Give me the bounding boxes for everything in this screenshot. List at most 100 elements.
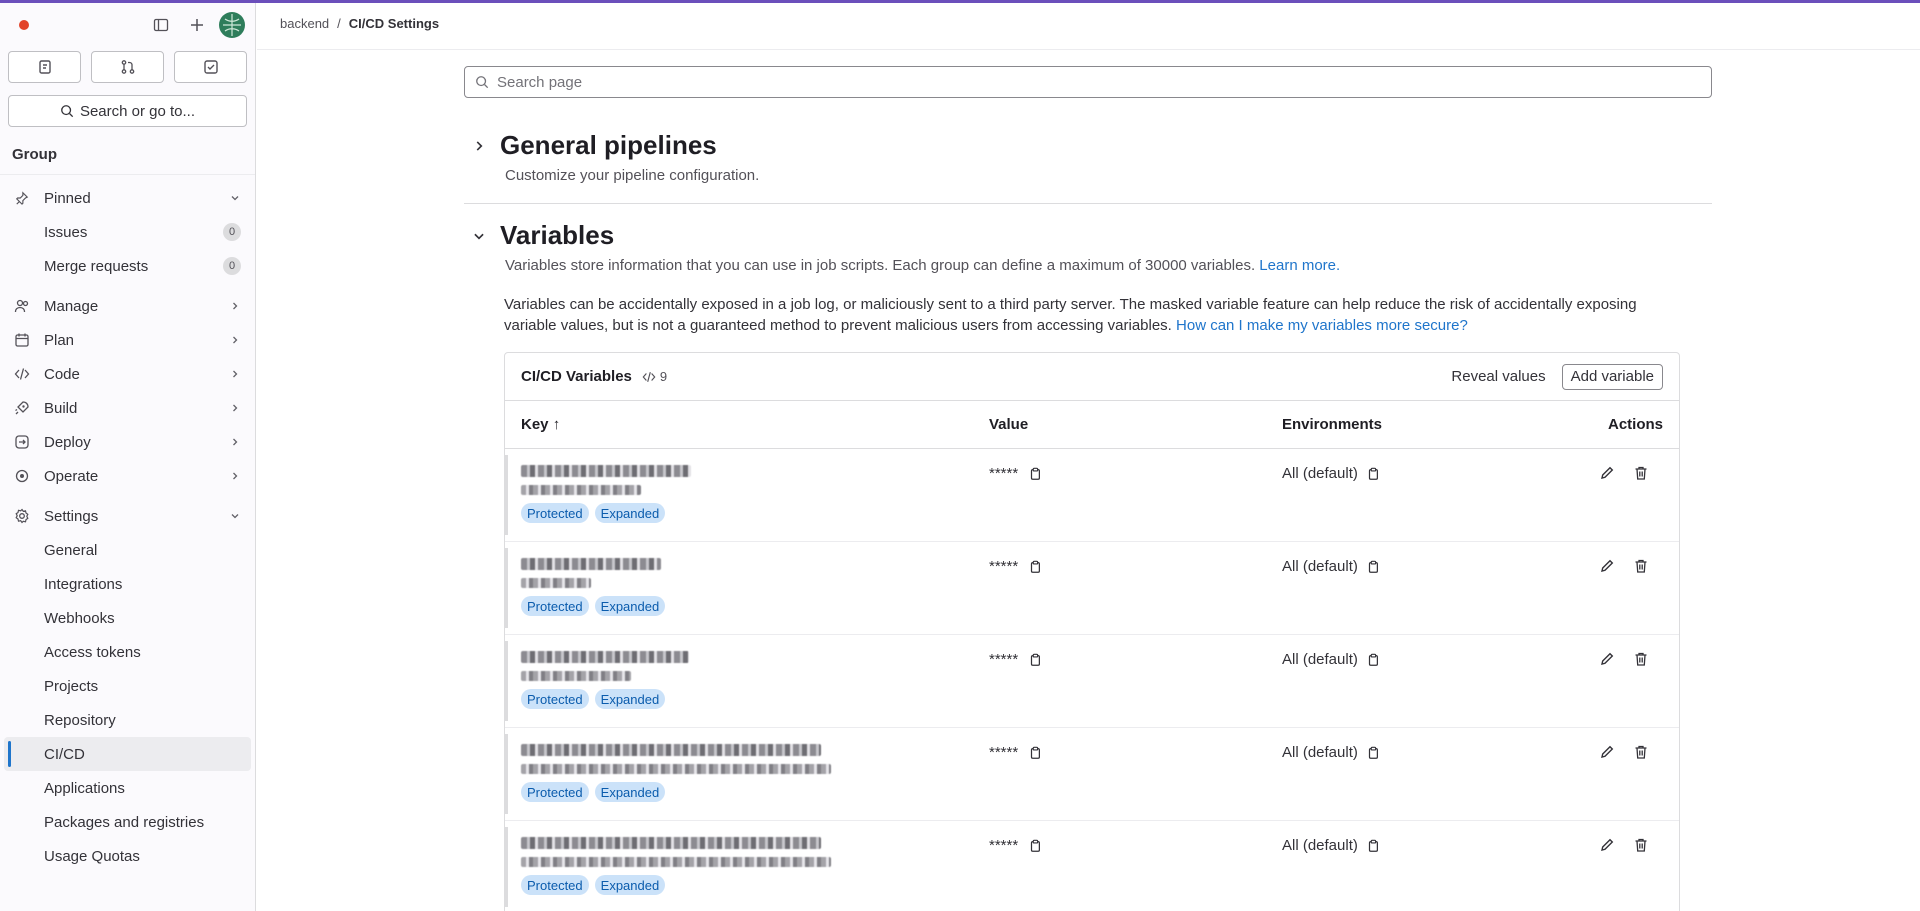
sidebar-item-plan[interactable]: Plan: [0, 323, 255, 357]
copy-icon[interactable]: [1028, 653, 1042, 667]
redacted-key: [521, 558, 661, 570]
edit-icon[interactable]: [1599, 837, 1615, 853]
variable-value-cell: *****: [989, 463, 1282, 482]
chevron-down-icon: [229, 192, 241, 204]
sidebar-item-repository[interactable]: Repository: [0, 703, 255, 737]
sidebar-item-settings[interactable]: Settings: [0, 499, 255, 533]
protected-badge: Protected: [521, 689, 589, 709]
edit-icon[interactable]: [1599, 558, 1615, 574]
trash-icon[interactable]: [1633, 744, 1649, 760]
sidebar-search-button[interactable]: Search or go to...: [8, 95, 247, 127]
sidebar-item-manage[interactable]: Manage: [0, 289, 255, 323]
edit-icon[interactable]: [1599, 651, 1615, 667]
copy-icon[interactable]: [1028, 746, 1042, 760]
sidebar-item-ci-cd[interactable]: CI/CD: [4, 737, 251, 771]
variable-count: 9: [642, 369, 667, 384]
add-variable-button[interactable]: Add variable: [1561, 363, 1663, 390]
trash-icon[interactable]: [1633, 837, 1649, 853]
copy-icon[interactable]: [1366, 467, 1380, 481]
table-row: Protected Expanded ***** All (default): [505, 821, 1679, 911]
avatar[interactable]: [219, 12, 245, 38]
sidebar-item-integrations[interactable]: Integrations: [0, 567, 255, 601]
copy-icon[interactable]: [1028, 839, 1042, 853]
assigned-issues-button[interactable]: [8, 51, 81, 83]
code-icon: [14, 366, 30, 382]
sidebar-item-access-tokens[interactable]: Access tokens: [0, 635, 255, 669]
general-pipelines-section: General pipelines Customize your pipelin…: [464, 130, 1712, 184]
sidebar-item-label: Deploy: [44, 433, 91, 451]
masked-value: *****: [989, 744, 1019, 761]
sidebar-item-build[interactable]: Build: [0, 391, 255, 425]
chevron-down-icon[interactable]: [464, 229, 500, 243]
sidebar-item-usage-quotas[interactable]: Usage Quotas: [0, 839, 255, 873]
protected-badge: Protected: [521, 596, 589, 616]
general-pipelines-header[interactable]: General pipelines: [464, 130, 1712, 161]
sidebar-item-label: Pinned: [44, 189, 91, 207]
calendar-icon: [14, 332, 30, 348]
chevron-right-icon: [229, 300, 241, 312]
masked-value: *****: [989, 837, 1019, 854]
protected-badge: Protected: [521, 782, 589, 802]
issues-icon: [38, 60, 51, 74]
search-page-input[interactable]: Search page: [464, 66, 1712, 98]
sidebar-item-label: Applications: [44, 779, 125, 797]
copy-icon[interactable]: [1366, 839, 1380, 853]
sort-ascending-icon: ↑: [552, 416, 561, 433]
table-row: Protected Expanded ***** All (default): [505, 542, 1679, 635]
variable-tags: Protected Expanded: [521, 503, 989, 523]
variable-key-cell: Protected Expanded: [521, 835, 989, 895]
variable-value-cell: *****: [989, 742, 1282, 761]
sidebar-item-label: Build: [44, 399, 78, 417]
copy-icon[interactable]: [1366, 560, 1380, 574]
variable-key-cell: Protected Expanded: [521, 742, 989, 802]
trash-icon[interactable]: [1633, 465, 1649, 481]
sidebar-item-issues[interactable]: Issues 0: [0, 215, 255, 249]
sidebar-item-general[interactable]: General: [0, 533, 255, 567]
edit-icon[interactable]: [1599, 465, 1615, 481]
sidebar-item-merge-requests[interactable]: Merge requests 0: [0, 249, 255, 283]
sidebar-item-pinned[interactable]: Pinned: [0, 181, 255, 215]
secure-variables-link[interactable]: How can I make my variables more secure?: [1176, 317, 1468, 334]
gitlab-logo-icon[interactable]: [12, 13, 36, 37]
copy-icon[interactable]: [1028, 467, 1042, 481]
gear-icon: [14, 508, 30, 524]
sidebar-item-operate[interactable]: Operate: [0, 459, 255, 493]
trash-icon[interactable]: [1633, 558, 1649, 574]
redacted-description: [521, 485, 641, 495]
variables-header[interactable]: Variables: [464, 220, 1712, 251]
sidebar-item-label: Manage: [44, 297, 99, 315]
variable-tags: Protected Expanded: [521, 782, 989, 802]
section-description: Customize your pipeline configuration.: [505, 167, 760, 184]
sidebar-item-deploy[interactable]: Deploy: [0, 425, 255, 459]
sidebar-item-projects[interactable]: Projects: [0, 669, 255, 703]
todo-button[interactable]: [174, 51, 247, 83]
users-icon: [14, 298, 30, 314]
copy-icon[interactable]: [1366, 746, 1380, 760]
count-badge: 0: [223, 257, 241, 275]
breadcrumb-current[interactable]: CI/CD Settings: [349, 16, 439, 31]
sidebar-search-label: Search or go to...: [79, 102, 196, 120]
column-header-value: Value: [989, 416, 1029, 433]
column-header-key[interactable]: Key ↑: [521, 416, 989, 433]
copy-icon[interactable]: [1028, 560, 1042, 574]
sidebar-item-code[interactable]: Code: [0, 357, 255, 391]
card-title: CI/CD Variables: [521, 368, 632, 385]
trash-icon[interactable]: [1633, 651, 1649, 667]
redacted-description: [521, 671, 631, 681]
sidebar-nav: Pinned Issues 0 Merge requests 0 Manage …: [0, 175, 255, 873]
merge-requests-button[interactable]: [91, 51, 164, 83]
copy-icon[interactable]: [1366, 653, 1380, 667]
reveal-values-button[interactable]: Reveal values: [1451, 368, 1545, 385]
toggle-sidebar-icon[interactable]: [147, 11, 175, 39]
sidebar-item-webhooks[interactable]: Webhooks: [0, 601, 255, 635]
sidebar-item-applications[interactable]: Applications: [0, 771, 255, 805]
edit-icon[interactable]: [1599, 744, 1615, 760]
sidebar-item-label: Packages and registries: [44, 813, 205, 831]
redacted-description: [521, 764, 831, 774]
breadcrumb-parent-link[interactable]: backend: [280, 16, 329, 31]
learn-more-link[interactable]: Learn more.: [1259, 257, 1340, 274]
chevron-right-icon[interactable]: [464, 139, 500, 153]
variables-warning: Variables can be accidentally exposed in…: [504, 294, 1684, 336]
sidebar-item-packages-registries[interactable]: Packages and registries: [0, 805, 255, 839]
create-new-icon[interactable]: [183, 11, 211, 39]
